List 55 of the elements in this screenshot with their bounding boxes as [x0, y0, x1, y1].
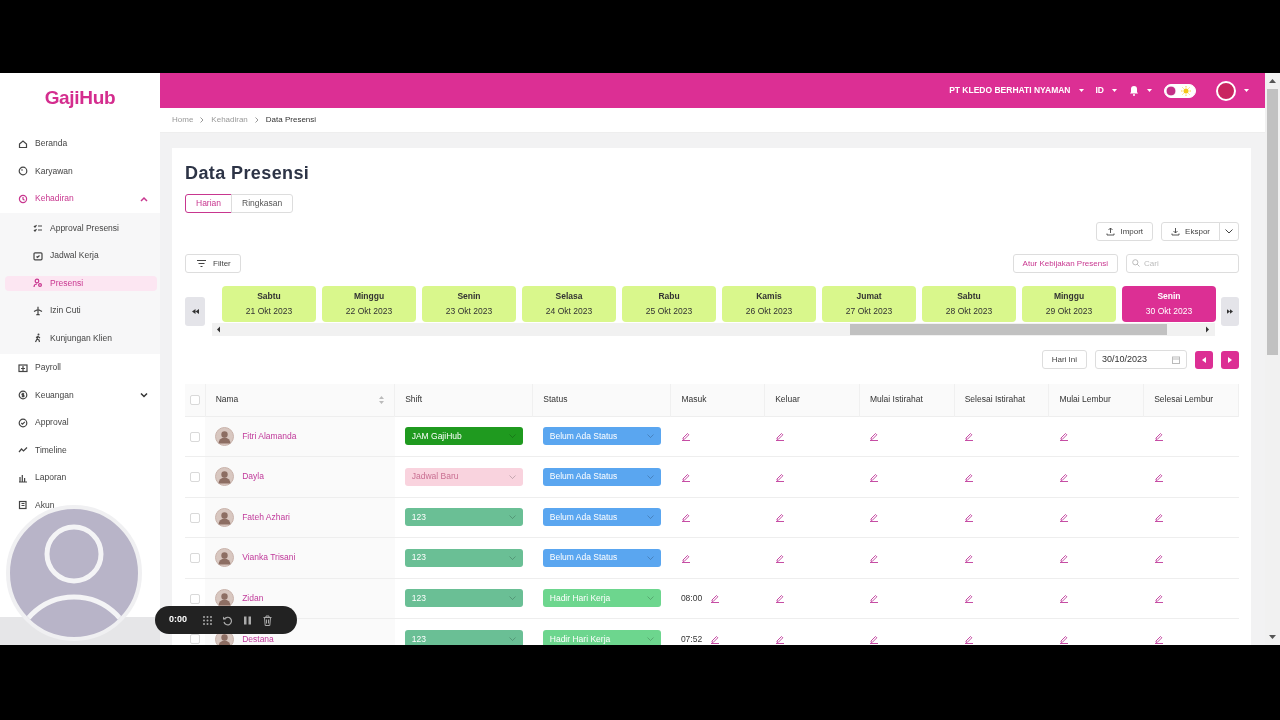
- day-card[interactable]: Kamis 26 Okt 2023: [722, 286, 816, 322]
- sidebar-item[interactable]: Karyawan: [0, 163, 160, 179]
- import-button[interactable]: Import: [1096, 222, 1154, 241]
- export-button[interactable]: Ekspor: [1161, 222, 1220, 241]
- column-header: Keluar: [775, 394, 800, 405]
- day-card[interactable]: Sabtu 21 Okt 2023: [222, 286, 316, 322]
- column-header[interactable]: Nama: [215, 393, 239, 407]
- sidebar-item[interactable]: Akun: [0, 497, 160, 513]
- page-title: Data Presensi: [185, 162, 311, 185]
- column-header: Selesai Istirahat: [964, 394, 1026, 405]
- sidebar-item[interactable]: Approval Presensi: [5, 220, 157, 236]
- today-button[interactable]: Hari Ini: [1041, 350, 1087, 369]
- time-text: 07:52: [680, 632, 703, 645]
- day-card[interactable]: Senin 23 Okt 2023: [422, 286, 516, 322]
- company-dropdown[interactable]: PT KLEDO BERHATI NYAMAN: [949, 84, 1084, 97]
- time-text: 08:00: [680, 591, 703, 605]
- column-header: Selesai Lembur: [1154, 394, 1214, 405]
- sidebar-item[interactable]: Approval: [0, 415, 160, 431]
- sidebar-item[interactable]: Jadwal Kerja: [5, 248, 157, 264]
- sidebar-item[interactable]: Kunjungan Klien: [5, 330, 157, 346]
- day-card[interactable]: Jumat 27 Okt 2023: [822, 286, 916, 322]
- column-header: Mulai Istirahat: [869, 394, 923, 405]
- column-header: Mulai Lembur: [1059, 394, 1111, 405]
- day-card[interactable]: Rabu 25 Okt 2023: [622, 286, 716, 322]
- sidebar-item[interactable]: Keuangan: [0, 387, 160, 403]
- date-field[interactable]: 30/10/2023: [1095, 350, 1187, 369]
- language-dropdown[interactable]: ID: [1095, 84, 1117, 97]
- employee-name[interactable]: Fateh Azhari: [242, 510, 290, 524]
- day-card[interactable]: Minggu 29 Okt 2023: [1022, 286, 1116, 322]
- sidebar-item[interactable]: Izin Cuti: [5, 303, 157, 319]
- policy-button[interactable]: Atur Kebijakan Presensi: [1012, 254, 1118, 273]
- day-card[interactable]: Minggu 22 Okt 2023: [322, 286, 416, 322]
- view-tab[interactable]: Harian: [185, 194, 233, 213]
- sidebar-item[interactable]: Beranda: [0, 136, 160, 152]
- timer-text: 0:00: [169, 613, 187, 627]
- employee-name[interactable]: Destana: [242, 632, 274, 645]
- logo[interactable]: GajiHub: [44, 84, 116, 113]
- column-header: Shift: [405, 394, 423, 405]
- sidebar-item[interactable]: Presensi: [5, 275, 157, 291]
- shift-select[interactable]: JAM GajiHub: [404, 427, 523, 446]
- employee-name[interactable]: Fitri Alamanda: [242, 429, 297, 443]
- sidebar-item[interactable]: Kehadiran: [0, 191, 160, 207]
- sidebar-item[interactable]: Payroll: [0, 360, 160, 376]
- day-card[interactable]: Selasa 24 Okt 2023: [522, 286, 616, 322]
- day-card[interactable]: Sabtu 28 Okt 2023: [922, 286, 1016, 322]
- sidebar-item[interactable]: Laporan: [0, 470, 160, 486]
- day-card[interactable]: Senin 30 Okt 2023: [1122, 286, 1216, 322]
- employee-name[interactable]: Vianka Trisani: [242, 551, 296, 565]
- employee-name[interactable]: Zidan: [242, 591, 264, 605]
- column-header: Status: [543, 394, 568, 405]
- sidebar-item[interactable]: Timeline: [0, 442, 160, 458]
- view-tab[interactable]: Ringkasan: [231, 194, 294, 213]
- filter-button[interactable]: Filter: [185, 254, 241, 273]
- column-header: Masuk: [681, 394, 707, 405]
- employee-name[interactable]: Dayla: [242, 470, 264, 484]
